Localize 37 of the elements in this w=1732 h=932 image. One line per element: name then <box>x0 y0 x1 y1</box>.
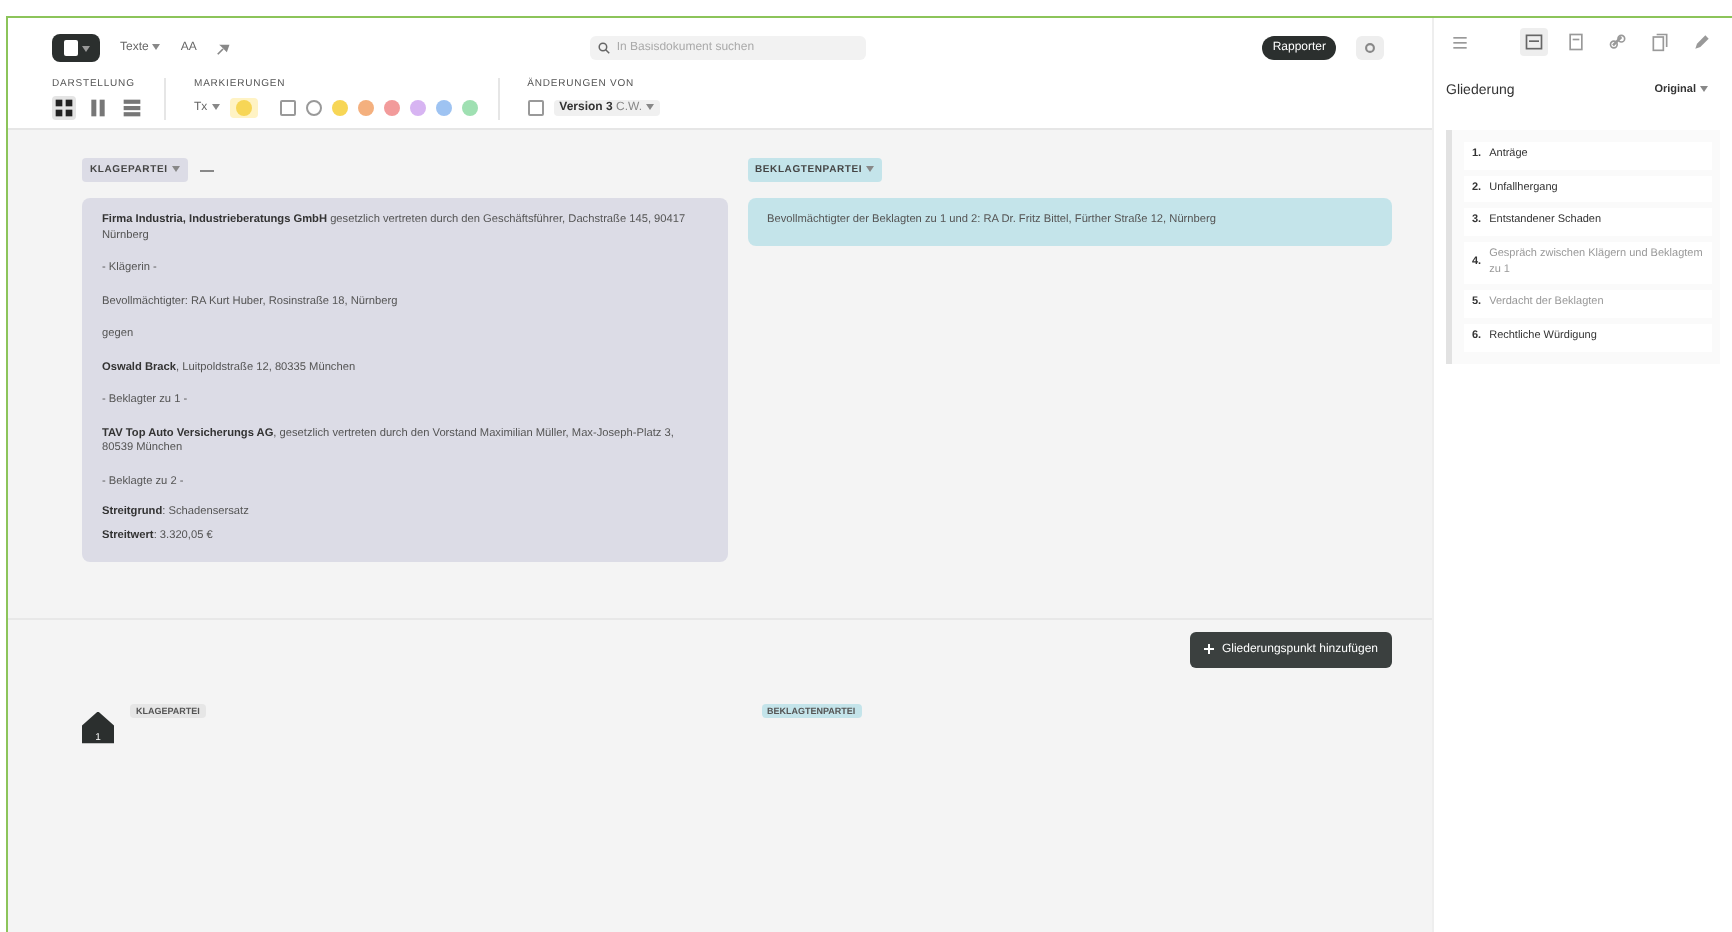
rows-icon <box>122 98 142 118</box>
columns-icon <box>88 98 108 118</box>
copy-icon <box>1650 32 1670 52</box>
color-dot[interactable] <box>461 100 478 116</box>
caret-icon <box>152 44 161 50</box>
highlight-pen-dot[interactable] <box>235 100 252 116</box>
pen-icon <box>1692 32 1712 52</box>
grid-icon <box>54 98 74 118</box>
caret-icon <box>81 45 89 51</box>
link-icon <box>1608 32 1628 52</box>
list-icon <box>1450 32 1470 52</box>
plus-icon <box>1203 644 1214 655</box>
color-dot[interactable] <box>331 100 348 116</box>
caret-icon <box>211 104 220 110</box>
minus-icon[interactable] <box>199 167 214 173</box>
document-icon <box>1566 32 1586 52</box>
caret-icon <box>866 166 875 172</box>
color-dot[interactable] <box>383 100 400 116</box>
panel-tool-button[interactable] <box>1520 28 1548 56</box>
color-dot[interactable] <box>409 100 426 116</box>
search-icon <box>598 42 611 54</box>
view-toggle[interactable] <box>52 96 76 120</box>
color-dot[interactable] <box>435 100 452 116</box>
caret-icon <box>1700 86 1708 92</box>
color-dot[interactable] <box>357 100 374 116</box>
view-toggle[interactable] <box>120 96 144 120</box>
caret-icon <box>646 104 655 110</box>
checkbox[interactable] <box>305 100 322 116</box>
document-icon <box>63 40 77 56</box>
caret-icon <box>171 166 180 172</box>
outline-icon <box>1524 32 1544 52</box>
settings-button[interactable] <box>1356 36 1384 60</box>
view-toggle[interactable] <box>86 96 110 120</box>
settings-icon <box>1364 42 1376 54</box>
document-menu-button[interactable] <box>52 34 100 62</box>
checkbox[interactable] <box>279 100 296 116</box>
checkbox[interactable] <box>527 100 544 116</box>
